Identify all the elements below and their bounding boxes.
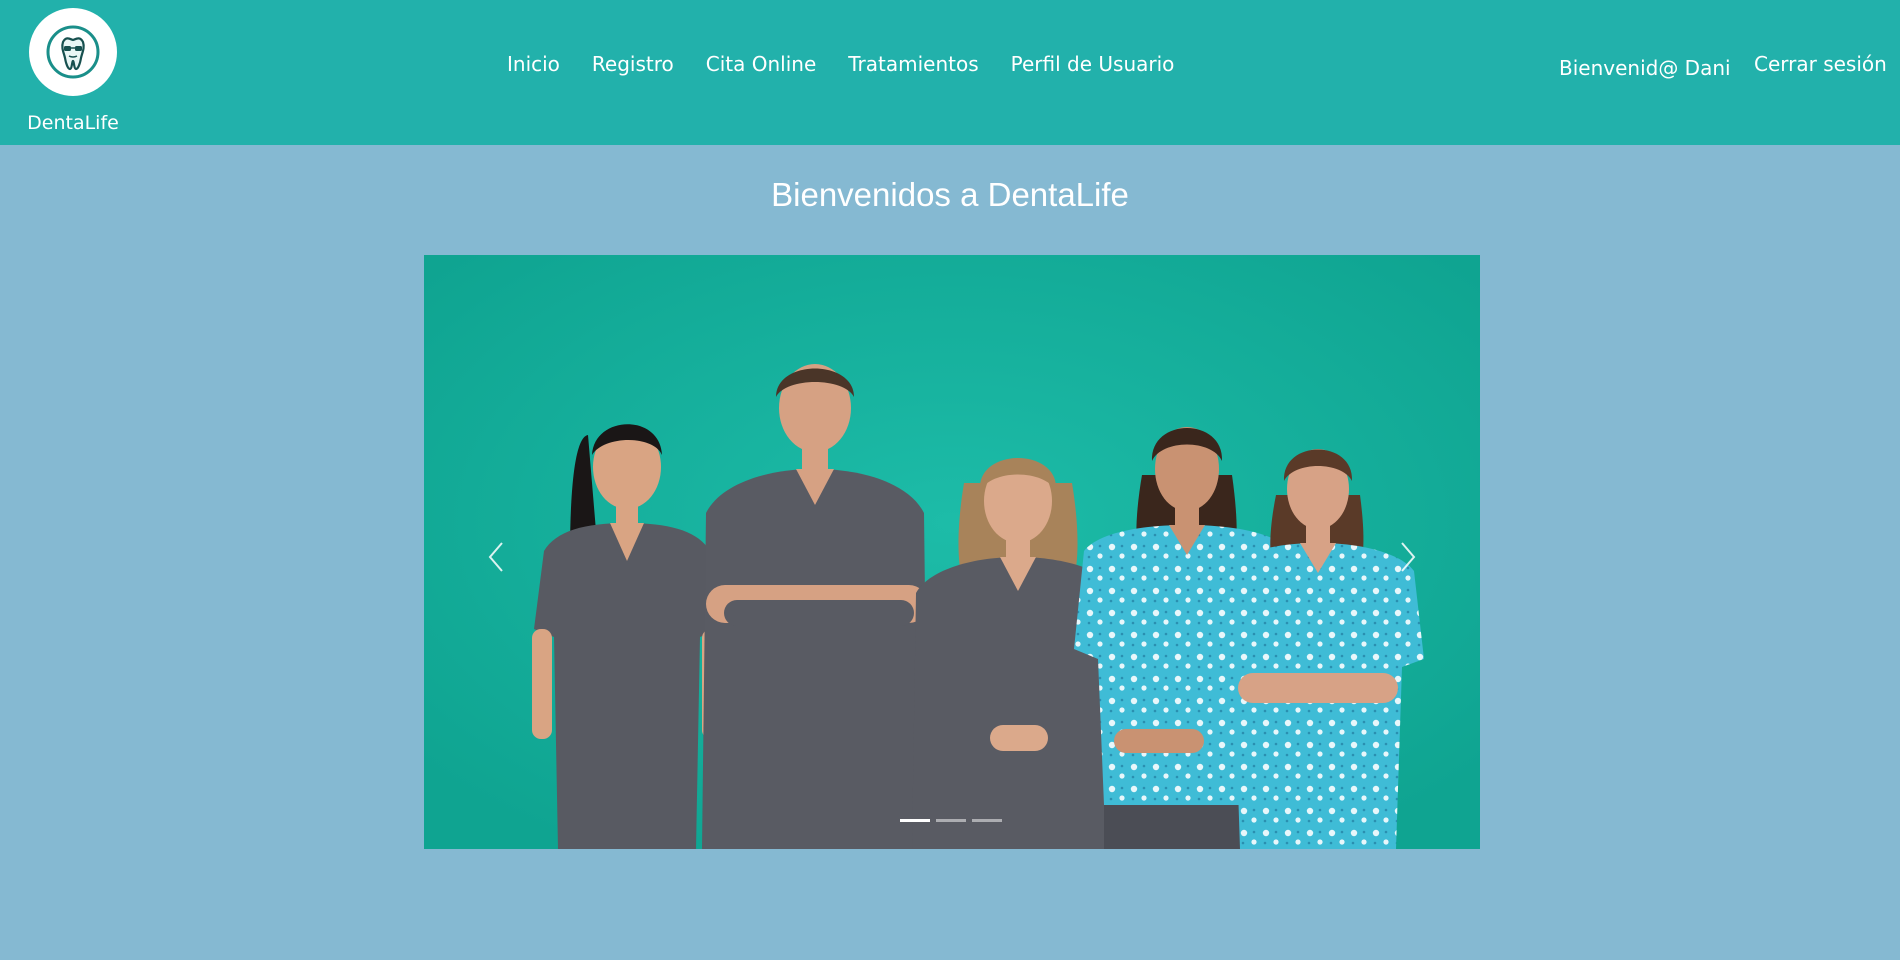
carousel-indicator-1[interactable] [900, 819, 930, 822]
main-nav: Inicio Registro Cita Online Tratamientos… [507, 52, 1206, 76]
logo-badge[interactable] [29, 8, 117, 96]
carousel-prev-button[interactable] [482, 537, 512, 577]
brand[interactable]: DentaLife [26, 8, 120, 134]
page-title: Bienvenidos a DentaLife [771, 176, 1129, 213]
carousel-indicator-3[interactable] [972, 819, 1002, 822]
brand-name[interactable]: DentaLife [26, 112, 120, 134]
nav-link-inicio[interactable]: Inicio [507, 52, 560, 76]
carousel-indicator-2[interactable] [936, 819, 966, 822]
tooth-icon [46, 25, 100, 79]
nav-link-cita-online[interactable]: Cita Online [706, 52, 817, 76]
nav-link-tratamientos[interactable]: Tratamientos [848, 52, 978, 76]
dental-team-photo [424, 255, 1480, 849]
welcome-text: Bienvenid@ Dani [1559, 56, 1731, 80]
chevron-right-icon [1401, 542, 1416, 572]
carousel-indicators [900, 819, 1008, 822]
chevron-left-icon [488, 542, 503, 572]
logout-link[interactable]: Cerrar sesión [1754, 52, 1887, 76]
carousel-next-button[interactable] [1392, 537, 1422, 577]
navbar: DentaLife Inicio Registro Cita Online Tr… [0, 0, 1900, 145]
nav-link-registro[interactable]: Registro [592, 52, 674, 76]
nav-link-perfil-usuario[interactable]: Perfil de Usuario [1011, 52, 1175, 76]
hero-carousel[interactable] [424, 255, 1480, 849]
